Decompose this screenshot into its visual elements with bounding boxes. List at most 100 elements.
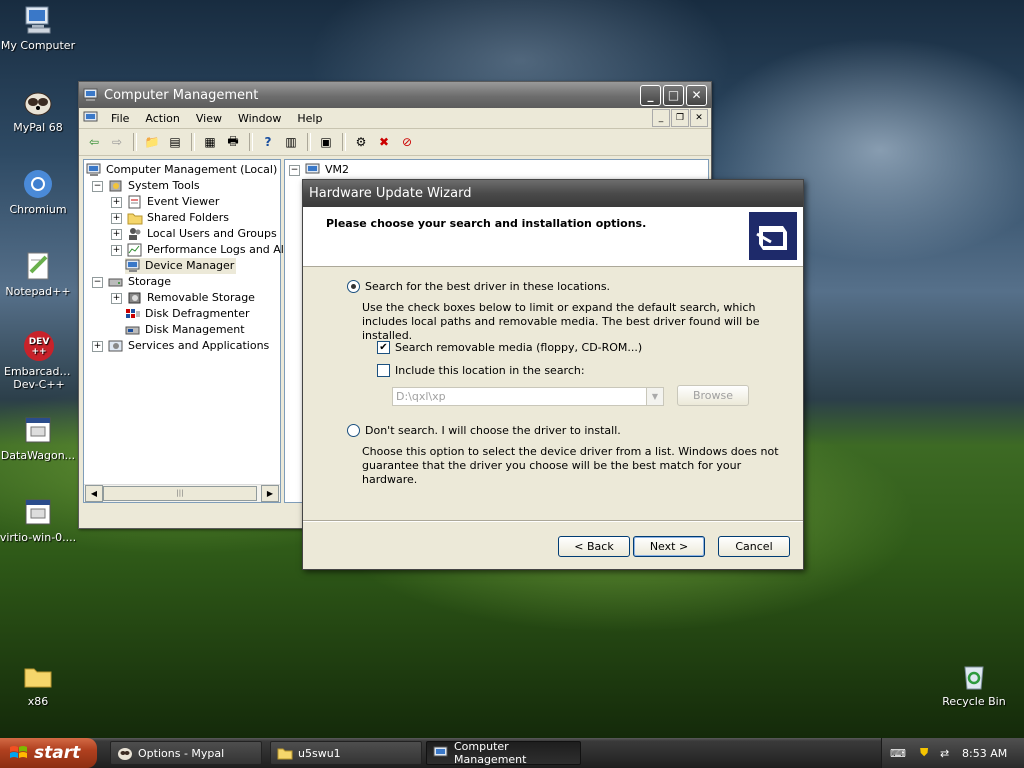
child-close-button[interactable]: ✕	[690, 109, 708, 127]
desktop-icon-mypal[interactable]: MyPal 68	[0, 86, 78, 134]
help-icon[interactable]: ?	[257, 131, 279, 153]
tree-label: Shared Folders	[147, 211, 229, 224]
desktop-icon-devcpp[interactable]: DEV ++ Embarcadero Dev-C++	[0, 330, 80, 391]
radio-button-unselected[interactable]	[347, 424, 360, 437]
expand-toggle[interactable]: +	[111, 228, 122, 240]
child-minimize-button[interactable]: _	[652, 109, 670, 127]
window-title: Computer Management	[104, 87, 259, 103]
menu-view[interactable]: View	[188, 112, 230, 125]
toolbar-separator	[307, 133, 311, 151]
forward-arrow-icon[interactable]: ⇨	[106, 131, 128, 153]
keyboard-icon[interactable]: ⌨	[890, 747, 906, 760]
tree-item-services-applications[interactable]: + Services and Applications	[92, 338, 269, 354]
scroll-thumb[interactable]: |||	[103, 486, 257, 501]
radio-button-selected[interactable]	[347, 280, 360, 293]
task-computer-management[interactable]: Computer Management	[426, 740, 581, 766]
scroll-right-button[interactable]: ▶	[261, 485, 279, 502]
browse-button[interactable]: Browse	[677, 385, 749, 406]
properties-icon[interactable]: ▦	[199, 131, 221, 153]
tree-item-removable-storage[interactable]: + Removable Storage	[111, 290, 255, 306]
tree-item-system-tools[interactable]: − System Tools	[92, 178, 200, 194]
up-folder-icon[interactable]: 📁	[141, 131, 163, 153]
tree-item-disk-management[interactable]: Disk Management	[125, 322, 245, 338]
dont-search-option-radio[interactable]: Don't search. I will choose the driver t…	[347, 424, 621, 437]
tree-label: Removable Storage	[147, 291, 255, 304]
desktop-icon-chromium[interactable]: Chromium	[0, 168, 78, 216]
tree-label: Services and Applications	[128, 339, 270, 352]
menu-file[interactable]: File	[103, 112, 137, 125]
expand-toggle[interactable]: +	[92, 340, 103, 352]
clock[interactable]: 8:53 AM	[962, 747, 1007, 760]
tree-pane[interactable]: Computer Management (Local) − System Too…	[83, 159, 305, 503]
task-options-mypal[interactable]: Options - Mypal	[110, 741, 262, 765]
device-tree-root[interactable]: − VM2	[289, 162, 349, 178]
expand-toggle[interactable]: +	[111, 212, 122, 224]
tree-item-device-manager[interactable]: Device Manager	[125, 258, 237, 274]
desktop-icon-my-computer[interactable]: My Computer	[0, 4, 78, 52]
desktop-icon-virtio[interactable]: virtio-win-0....	[0, 496, 78, 544]
removable-media-checkbox[interactable]: ✔ Search removable media (floppy, CD-ROM…	[377, 341, 642, 354]
menu-window[interactable]: Window	[230, 112, 289, 125]
task-u5swu1[interactable]: u5swu1	[270, 741, 422, 765]
network-icon[interactable]: ⇄	[940, 747, 956, 760]
checkbox-checked[interactable]: ✔	[377, 341, 390, 354]
uninstall-icon[interactable]: ✖	[373, 131, 395, 153]
tree-item-local-users[interactable]: + Local Users and Groups	[111, 226, 277, 242]
tree-label: Event Viewer	[147, 195, 220, 208]
button-divider	[303, 520, 803, 522]
desktop-icon-label: My Computer	[0, 39, 76, 52]
desktop-icon-notepadpp[interactable]: Notepad++	[0, 250, 78, 298]
include-location-checkbox[interactable]: Include this location in the search:	[377, 364, 585, 377]
back-button[interactable]: < Back	[558, 536, 630, 557]
menu-action[interactable]: Action	[137, 112, 187, 125]
tree-item-performance-logs[interactable]: + Performance Logs and Alerts	[111, 242, 305, 258]
wizard-title-bar[interactable]: Hardware Update Wizard	[303, 180, 803, 207]
location-combobox[interactable]: D:\qxl\xp ▼	[392, 387, 664, 406]
cancel-button[interactable]: Cancel	[718, 536, 790, 557]
desktop-icon-label: Chromium	[9, 203, 67, 216]
help-topics-icon[interactable]: ▥	[280, 131, 302, 153]
recycle-bin-icon	[958, 660, 990, 692]
scan-hardware-icon[interactable]: ▣	[315, 131, 337, 153]
tree-item-event-viewer[interactable]: + Event Viewer	[111, 194, 219, 210]
back-arrow-icon[interactable]: ⇦	[83, 131, 105, 153]
tree-item-disk-defragmenter[interactable]: Disk Defragmenter	[125, 306, 250, 322]
tree-item-root[interactable]: Computer Management (Local)	[86, 162, 277, 178]
expand-toggle[interactable]: +	[111, 292, 122, 304]
next-button[interactable]: Next >	[633, 536, 705, 557]
wizard-header: Please choose your search and installati…	[303, 207, 803, 267]
disable-device-icon[interactable]: ⊘	[396, 131, 418, 153]
expand-toggle[interactable]: +	[111, 244, 122, 256]
desktop-icon-x86[interactable]: x86	[0, 660, 78, 708]
update-driver-icon[interactable]: ⚙	[350, 131, 372, 153]
hardware-update-wizard-dialog[interactable]: Hardware Update Wizard Please choose you…	[302, 179, 804, 570]
show-hide-tree-icon[interactable]: ▤	[164, 131, 186, 153]
print-icon[interactable]: 🖶	[222, 131, 244, 153]
start-button[interactable]: start	[0, 738, 97, 768]
security-shield-icon[interactable]: ⛊	[920, 746, 936, 760]
removable-media-label: Search removable media (floppy, CD-ROM..…	[395, 341, 643, 354]
tree-item-shared-folders[interactable]: + Shared Folders	[111, 210, 229, 226]
devcpp-icon: DEV ++	[23, 330, 55, 362]
chevron-down-icon[interactable]: ▼	[646, 388, 663, 405]
menu-help[interactable]: Help	[289, 112, 330, 125]
scroll-left-button[interactable]: ◀	[85, 485, 103, 502]
tree-horizontal-scrollbar[interactable]: ◀ ||| ▶	[84, 484, 280, 502]
collapse-toggle[interactable]: −	[92, 276, 103, 288]
maximize-button[interactable]: □	[663, 84, 684, 106]
child-restore-button[interactable]: ❐	[671, 109, 689, 127]
tree-item-storage[interactable]: − Storage	[92, 274, 171, 290]
close-button[interactable]: ✕	[686, 84, 707, 106]
dont-search-option-label: Don't search. I will choose the driver t…	[365, 424, 621, 437]
desktop-icon-recycle-bin[interactable]: Recycle Bin	[934, 660, 1014, 708]
checkbox-unchecked[interactable]	[377, 364, 390, 377]
computer-icon	[305, 163, 321, 177]
title-bar[interactable]: Computer Management _ □ ✕	[79, 82, 711, 108]
desktop-icon-datawagon[interactable]: DataWagon...	[0, 414, 78, 462]
expand-toggle[interactable]: +	[111, 196, 122, 208]
search-option-radio[interactable]: Search for the best driver in these loca…	[347, 280, 610, 293]
minimize-button[interactable]: _	[640, 84, 661, 106]
chromium-icon	[22, 168, 54, 200]
collapse-toggle[interactable]: −	[92, 180, 103, 192]
collapse-toggle[interactable]: −	[289, 164, 300, 176]
